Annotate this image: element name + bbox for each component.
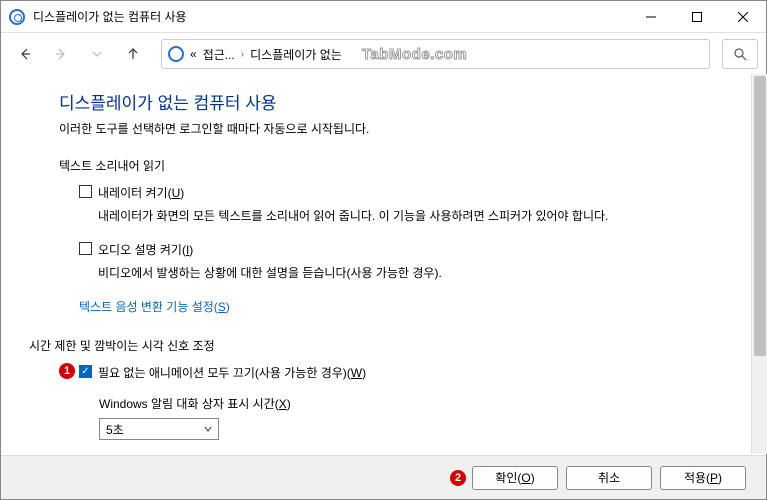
watermark: TabMode.com bbox=[362, 46, 467, 63]
app-icon bbox=[9, 9, 25, 25]
notification-time-value: 5초 bbox=[106, 421, 124, 438]
breadcrumb-item-1[interactable]: 접근... bbox=[203, 46, 235, 63]
minimize-button[interactable] bbox=[628, 1, 674, 33]
audio-description-checkbox-row: 오디오 설명 켜기(I) bbox=[79, 241, 736, 258]
navbar: « 접근... › 디스플레이가 없는 TabMode.com bbox=[1, 33, 766, 75]
chevron-down-icon bbox=[204, 422, 212, 436]
breadcrumb-root-prefix: « bbox=[190, 47, 197, 61]
scrollbar-thumb[interactable] bbox=[754, 76, 766, 356]
audio-description-label[interactable]: 오디오 설명 켜기(I) bbox=[98, 241, 193, 258]
window-controls bbox=[628, 1, 766, 33]
audio-description-description: 비디오에서 발생하는 상황에 대한 설명을 듣습니다(사용 가능한 경우). bbox=[98, 264, 658, 282]
narrator-label[interactable]: 내레이터 켜기(U) bbox=[98, 184, 184, 201]
section-text-to-speech: 텍스트 소리내어 읽기 bbox=[59, 157, 736, 174]
titlebar: 디스플레이가 없는 컴퓨터 사용 bbox=[1, 1, 766, 33]
annotation-2: 2 bbox=[450, 470, 466, 486]
close-button[interactable] bbox=[720, 1, 766, 33]
nav-recent-dropdown[interactable] bbox=[81, 40, 113, 68]
narrator-checkbox-row: 내레이터 켜기(U) bbox=[79, 184, 736, 201]
window-title: 디스플레이가 없는 컴퓨터 사용 bbox=[33, 8, 628, 25]
narrator-checkbox[interactable] bbox=[79, 185, 92, 198]
location-icon bbox=[168, 46, 184, 62]
breadcrumb-item-2[interactable]: 디스플레이가 없는 bbox=[250, 46, 342, 63]
disable-animations-checkbox[interactable] bbox=[79, 365, 92, 378]
chevron-right-icon: › bbox=[241, 49, 244, 60]
page-subtitle: 이러한 도구를 선택하면 로그인할 때마다 자동으로 시작됩니다. bbox=[59, 120, 736, 137]
page-heading: 디스플레이가 없는 컴퓨터 사용 bbox=[59, 89, 736, 114]
disable-animations-label[interactable]: 필요 없는 애니메이션 모두 끄기(사용 가능한 경우)(W) bbox=[98, 364, 366, 381]
addressbar[interactable]: « 접근... › 디스플레이가 없는 TabMode.com bbox=[161, 39, 710, 69]
nav-forward-button[interactable] bbox=[45, 40, 77, 68]
annotation-1: 1 bbox=[59, 363, 75, 379]
cancel-button[interactable]: 취소 bbox=[566, 466, 652, 490]
content-area: 디스플레이가 없는 컴퓨터 사용 이러한 도구를 선택하면 로그인할 때마다 자… bbox=[1, 75, 766, 455]
notification-time-select[interactable]: 5초 bbox=[99, 418, 219, 440]
maximize-button[interactable] bbox=[674, 1, 720, 33]
tts-settings-link[interactable]: 텍스트 음성 변환 기능 설정(S) bbox=[79, 298, 736, 315]
search-button[interactable] bbox=[722, 39, 758, 69]
nav-up-button[interactable] bbox=[117, 40, 149, 68]
footer: 2 확인(O) 취소 적용(P) bbox=[1, 455, 766, 499]
notification-time-label: Windows 알림 대화 상자 표시 시간(X) bbox=[99, 395, 736, 412]
nav-back-button[interactable] bbox=[9, 40, 41, 68]
narrator-description: 내레이터가 화면의 모든 텍스트를 소리내어 읽어 줍니다. 이 기능을 사용하… bbox=[98, 207, 658, 225]
audio-description-checkbox[interactable] bbox=[79, 242, 92, 255]
apply-button[interactable]: 적용(P) bbox=[660, 466, 746, 490]
ok-button[interactable]: 확인(O) bbox=[472, 466, 558, 490]
section-time-limits: 시간 제한 및 깜박이는 시각 신호 조정 bbox=[29, 337, 736, 354]
scrollbar[interactable] bbox=[751, 74, 767, 454]
animation-checkbox-row: 1 필요 없는 애니메이션 모두 끄기(사용 가능한 경우)(W) bbox=[79, 364, 736, 381]
